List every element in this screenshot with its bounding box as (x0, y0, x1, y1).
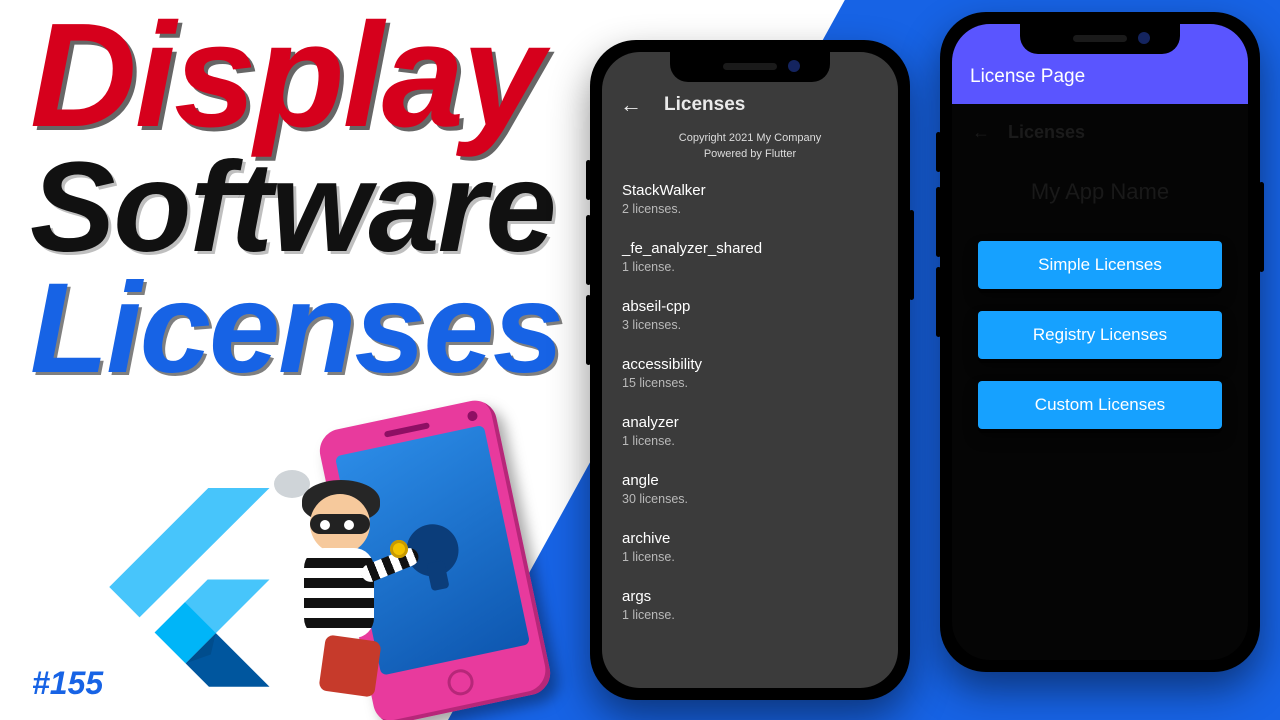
headline-word-3: Licenses (30, 268, 562, 390)
dim-app-name: My App Name (972, 179, 1228, 205)
list-item[interactable]: accessibility15 licenses. (622, 342, 878, 400)
thumbnail-stage: Display Software Licenses #155 ← License… (0, 0, 1280, 720)
list-item[interactable]: archive1 license. (622, 516, 878, 574)
headline-word-1: Display (30, 6, 562, 147)
illustration-thief (260, 470, 410, 720)
dim-title: Licenses (1008, 122, 1085, 143)
list-item[interactable]: analyzer1 license. (622, 400, 878, 458)
phone-mock-menu: License Page ← Licenses My App Name Simp… (940, 12, 1260, 672)
appbar-title: Licenses (664, 94, 745, 116)
list-item[interactable]: _fe_analyzer_shared1 license. (622, 226, 878, 284)
episode-number: #155 (32, 665, 103, 702)
list-item[interactable]: StackWalker2 licenses. (622, 168, 878, 226)
custom-licenses-button[interactable]: Custom Licenses (978, 381, 1222, 429)
appbar-title: License Page (970, 66, 1085, 87)
list-item[interactable]: abseil-cpp3 licenses. (622, 284, 878, 342)
back-arrow-icon[interactable]: ← (620, 94, 642, 116)
license-list[interactable]: StackWalker2 licenses. _fe_analyzer_shar… (602, 162, 898, 644)
back-arrow-icon: ← (972, 122, 990, 143)
headline: Display Software Licenses (30, 0, 562, 390)
phone-mock-licenses: ← Licenses Copyright 2021 My Company Pow… (590, 40, 910, 700)
headline-word-2: Software (30, 147, 562, 269)
dimmed-backdrop: ← Licenses My App Name (952, 104, 1248, 223)
list-item[interactable]: args1 license. (622, 574, 878, 632)
copyright-text: Copyright 2021 My Company (602, 130, 898, 146)
registry-licenses-button[interactable]: Registry Licenses (978, 311, 1222, 359)
phone-notch (1020, 24, 1180, 54)
simple-licenses-button[interactable]: Simple Licenses (978, 241, 1222, 289)
powered-by-text: Powered by Flutter (602, 146, 898, 162)
list-item[interactable]: angle30 licenses. (622, 458, 878, 516)
button-stack: Simple Licenses Registry Licenses Custom… (952, 223, 1248, 447)
phone-notch (670, 52, 830, 82)
